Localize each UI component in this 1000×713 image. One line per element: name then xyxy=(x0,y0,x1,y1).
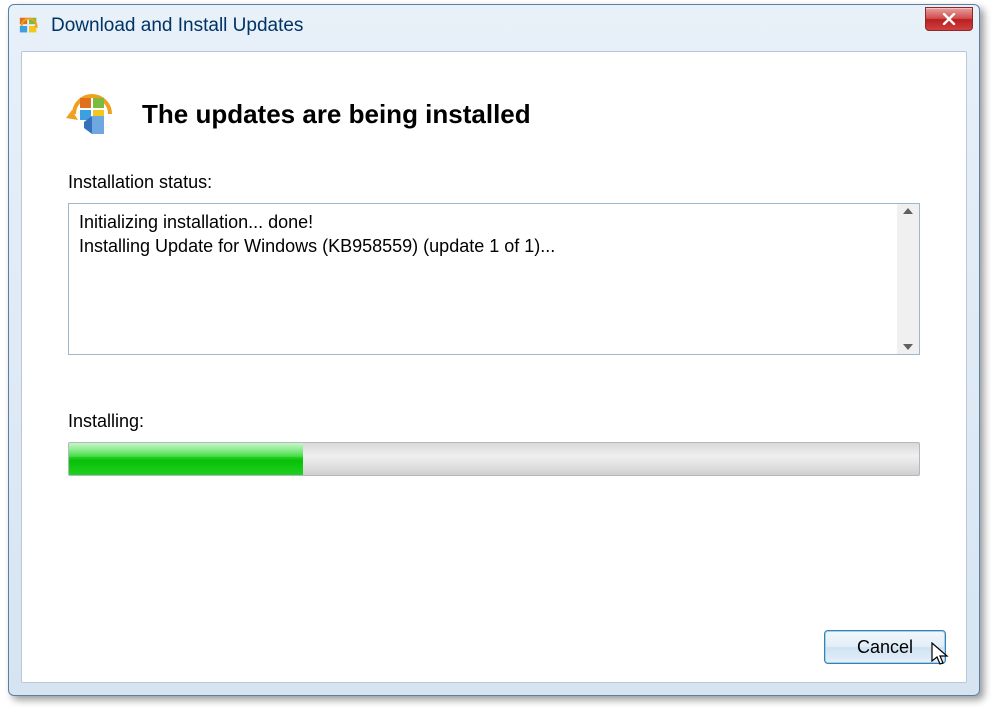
scroll-up-icon[interactable] xyxy=(903,208,913,214)
status-label: Installation status: xyxy=(68,172,920,193)
progress-section: Installing: xyxy=(22,355,966,476)
dialog-window: Download and Install Updates xyxy=(8,4,980,696)
scrollbar[interactable] xyxy=(897,204,919,354)
progress-bar xyxy=(68,442,920,476)
window-title: Download and Install Updates xyxy=(51,15,303,37)
windows-update-icon xyxy=(17,14,41,38)
progress-label: Installing: xyxy=(68,411,920,432)
close-button[interactable] xyxy=(925,7,973,31)
status-line-1: Initializing installation... done! xyxy=(79,212,313,232)
update-shield-icon xyxy=(64,86,120,142)
button-row: Cancel xyxy=(824,630,946,664)
scroll-down-icon[interactable] xyxy=(903,344,913,350)
page-title: The updates are being installed xyxy=(142,99,531,130)
progress-fill xyxy=(69,443,303,475)
cancel-button[interactable]: Cancel xyxy=(824,630,946,664)
close-icon xyxy=(942,13,956,25)
status-textbox: Initializing installation... done! Insta… xyxy=(68,203,920,355)
status-section: Installation status: Initializing instal… xyxy=(22,172,966,355)
header-row: The updates are being installed xyxy=(22,52,966,172)
titlebar[interactable]: Download and Install Updates xyxy=(9,5,979,47)
status-text: Initializing installation... done! Insta… xyxy=(69,204,897,354)
status-line-2: Installing Update for Windows (KB958559)… xyxy=(79,236,560,256)
content-panel: The updates are being installed Installa… xyxy=(21,51,967,683)
